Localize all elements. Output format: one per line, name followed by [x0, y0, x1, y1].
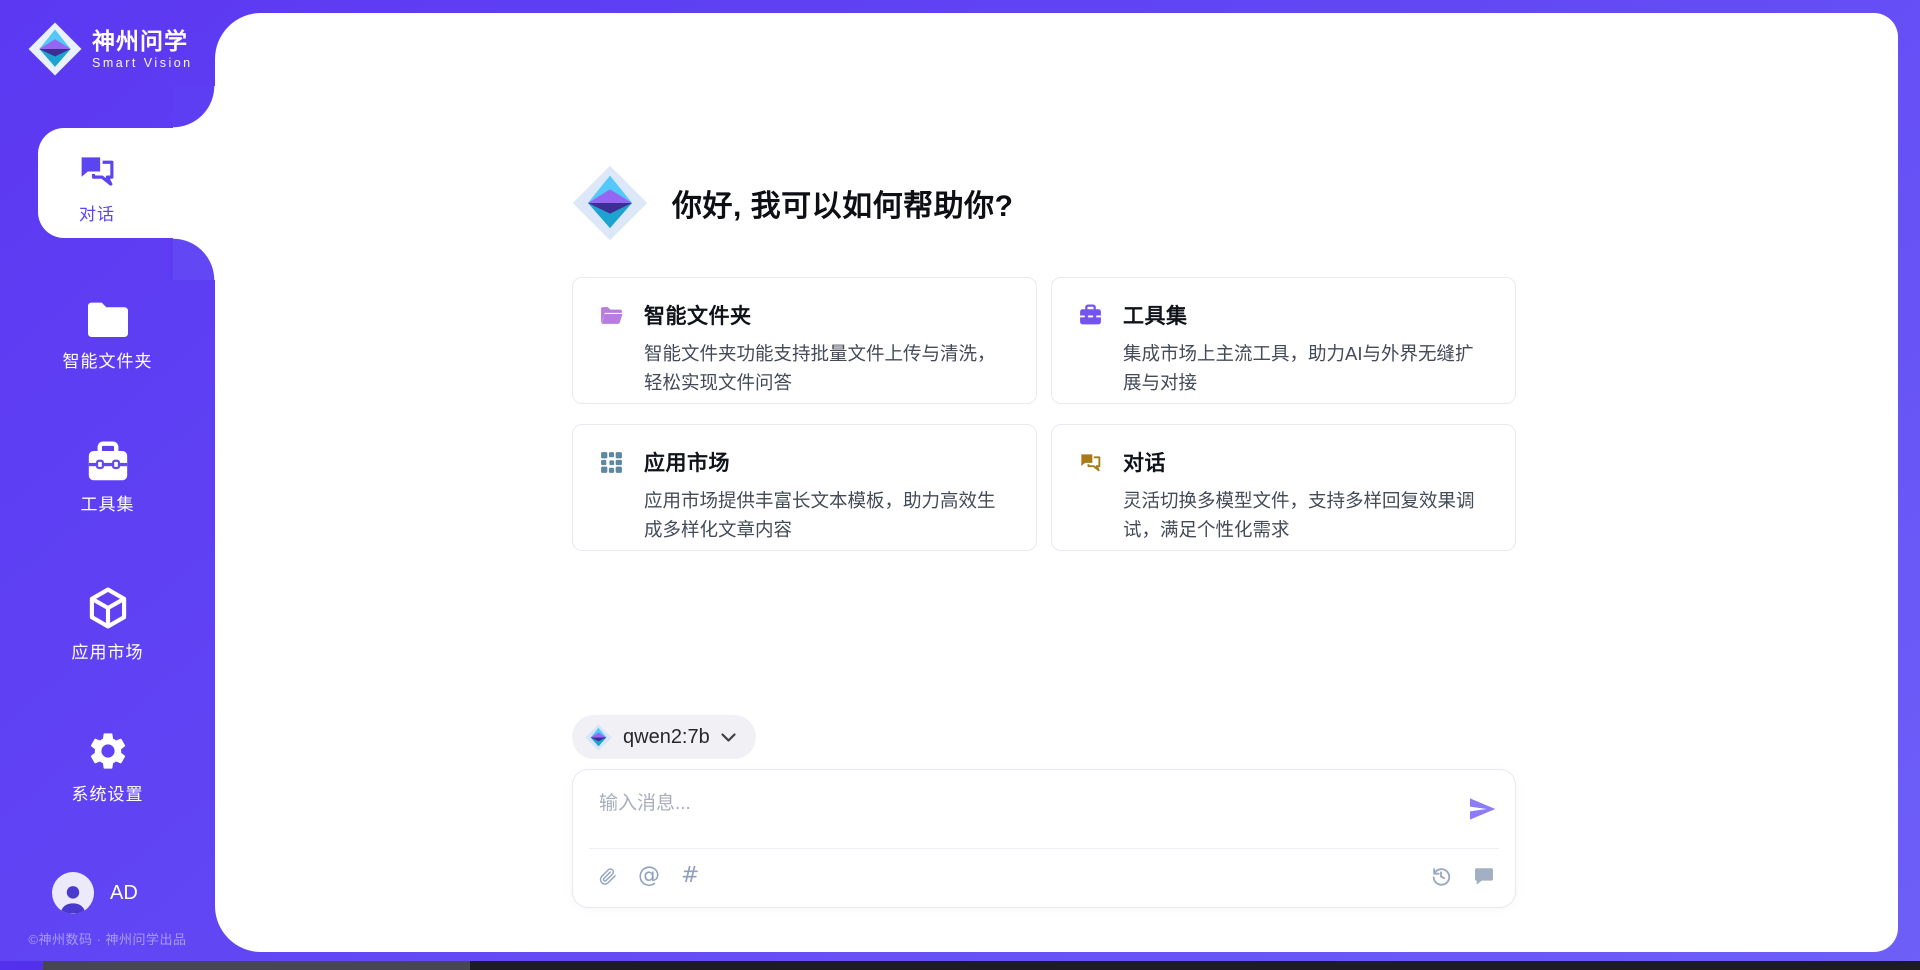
- message-input[interactable]: [599, 788, 1409, 840]
- window-bottom-edge: [0, 961, 1920, 970]
- feature-cards: 智能文件夹 智能文件夹功能支持批量文件上传与清洗，轻松实现文件问答 工具集 集成…: [572, 277, 1516, 551]
- sidebar: 神州问学 Smart Vision 对话 智能文件夹 工具集 应用市: [0, 0, 215, 970]
- brand-gem-icon: [585, 724, 612, 751]
- grid-icon: [599, 450, 624, 475]
- composer-divider: [589, 848, 1499, 849]
- tab-fillet-bottom: [173, 238, 215, 280]
- card-smart-folder[interactable]: 智能文件夹 智能文件夹功能支持批量文件上传与清洗，轻松实现文件问答: [572, 277, 1037, 404]
- cube-icon: [85, 585, 131, 631]
- history-button[interactable]: [1430, 865, 1452, 887]
- greeting-row: 你好, 我可以如何帮助你?: [572, 165, 1014, 241]
- send-button[interactable]: [1466, 793, 1498, 825]
- mention-button[interactable]: @: [638, 865, 660, 887]
- sidebar-item-chat[interactable]: 对话: [38, 128, 215, 238]
- card-description: 集成市场上主流工具，助力AI与外界无缝扩展与对接: [1123, 339, 1489, 397]
- model-name: qwen2:7b: [623, 726, 710, 749]
- sidebar-item-label: 系统设置: [72, 780, 144, 805]
- sidebar-item-settings[interactable]: 系统设置: [0, 729, 215, 805]
- sidebar-item-label: 智能文件夹: [63, 347, 153, 372]
- tab-fillet-top: [173, 86, 215, 128]
- avatar: [52, 872, 94, 914]
- card-title: 应用市场: [644, 447, 730, 477]
- card-description: 应用市场提供丰富长文本模板，助力高效生成多样化文章内容: [644, 486, 1010, 544]
- toolbox-icon: [86, 441, 130, 483]
- chat-bubble-icon: [1473, 865, 1495, 887]
- sidebar-item-label: 应用市场: [72, 638, 144, 663]
- chat-icon: [1078, 450, 1103, 475]
- card-description: 智能文件夹功能支持批量文件上传与清洗，轻松实现文件问答: [644, 339, 1010, 397]
- sidebar-item-smart-folder[interactable]: 智能文件夹: [0, 300, 215, 372]
- chat-icon: [76, 150, 118, 192]
- sidebar-item-label: 对话: [79, 200, 115, 225]
- gear-icon: [86, 729, 130, 773]
- main-content-panel: 你好, 我可以如何帮助你? 智能文件夹 智能文件夹功能支持批量文件上传与清洗，轻…: [215, 13, 1898, 952]
- greeting-title: 你好, 我可以如何帮助你?: [672, 181, 1014, 225]
- user-profile[interactable]: AD: [52, 872, 138, 914]
- folder-icon: [85, 300, 131, 340]
- conversation-button[interactable]: [1473, 865, 1495, 887]
- brand-title: 神州问学: [92, 28, 193, 54]
- chevron-down-icon: [721, 733, 736, 742]
- brand-subtitle: Smart Vision: [92, 56, 193, 70]
- model-selector[interactable]: qwen2:7b: [572, 715, 756, 759]
- card-toolset[interactable]: 工具集 集成市场上主流工具，助力AI与外界无缝扩展与对接: [1051, 277, 1516, 404]
- card-app-market[interactable]: 应用市场 应用市场提供丰富长文本模板，助力高效生成多样化文章内容: [572, 424, 1037, 551]
- sidebar-item-label: 工具集: [81, 490, 135, 515]
- send-icon: [1466, 793, 1498, 825]
- history-icon: [1430, 865, 1452, 887]
- card-title: 对话: [1123, 447, 1166, 477]
- sidebar-item-app-market[interactable]: 应用市场: [0, 585, 215, 663]
- briefcase-icon: [1078, 303, 1103, 328]
- card-title: 工具集: [1123, 300, 1188, 330]
- topic-button[interactable]: #: [681, 865, 699, 887]
- sidebar-item-toolset[interactable]: 工具集: [0, 441, 215, 515]
- paperclip-icon: [599, 866, 617, 887]
- folder-open-icon: [599, 303, 624, 328]
- card-chat[interactable]: 对话 灵活切换多模型文件，支持多样回复效果调试，满足个性化需求: [1051, 424, 1516, 551]
- brand-gem-icon: [572, 165, 648, 241]
- brand-gem-icon: [28, 22, 82, 76]
- brand-logo: 神州问学 Smart Vision: [28, 22, 193, 76]
- card-description: 灵活切换多模型文件，支持多样回复效果调试，满足个性化需求: [1123, 486, 1489, 544]
- user-name: AD: [110, 882, 138, 905]
- attach-file-button[interactable]: [599, 866, 617, 887]
- card-title: 智能文件夹: [644, 300, 752, 330]
- person-icon: [56, 882, 90, 914]
- message-composer: @ #: [572, 769, 1516, 908]
- copyright-text: ©神州数码 · 神州问学出品: [0, 929, 215, 948]
